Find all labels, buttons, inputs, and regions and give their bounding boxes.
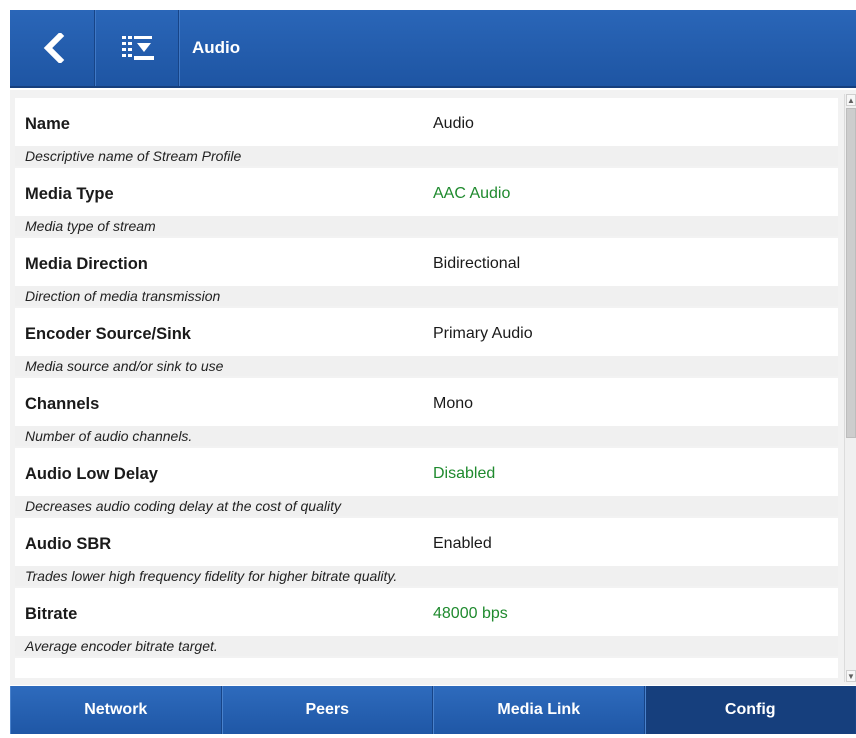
tab-media-link[interactable]: Media Link: [433, 686, 645, 734]
tab-peers[interactable]: Peers: [221, 686, 433, 734]
setting-row-media-type[interactable]: Media Type AAC Audio Media type of strea…: [15, 168, 838, 236]
vertical-scrollbar[interactable]: ▲ ▼: [844, 94, 856, 682]
setting-description: Descriptive name of Stream Profile: [15, 146, 838, 166]
scrollbar-thumb[interactable]: [846, 108, 856, 438]
setting-value[interactable]: Bidirectional: [433, 255, 520, 273]
setting-label: Media Direction: [25, 255, 148, 273]
setting-label: Encoder Source/Sink: [25, 325, 191, 343]
setting-value[interactable]: 48000 bps: [433, 605, 508, 623]
setting-description: Average encoder bitrate target.: [15, 636, 838, 656]
setting-label: Channels: [25, 395, 100, 413]
app-window: Audio Name Audio Descriptive name of Str…: [0, 0, 856, 738]
scroll-down-arrow-icon[interactable]: ▼: [846, 670, 856, 682]
settings-panel: Name Audio Descriptive name of Stream Pr…: [10, 90, 856, 685]
setting-value[interactable]: AAC Audio: [433, 185, 510, 203]
setting-description: Trades lower high frequency fidelity for…: [15, 566, 838, 586]
header-bar: Audio: [10, 10, 856, 88]
scroll-up-arrow-icon[interactable]: ▲: [846, 94, 856, 106]
setting-description: Decreases audio coding delay at the cost…: [15, 496, 838, 516]
page-title: Audio: [192, 38, 241, 57]
bottom-tab-bar: Network Peers Media Link Config: [10, 686, 856, 734]
settings-list: Name Audio Descriptive name of Stream Pr…: [15, 98, 838, 680]
setting-description: Media type of stream: [15, 216, 838, 236]
setting-value[interactable]: Primary Audio: [433, 325, 533, 343]
setting-value[interactable]: Enabled: [433, 535, 492, 553]
setting-row-media-direction[interactable]: Media Direction Bidirectional Direction …: [15, 238, 838, 306]
setting-label: Bitrate: [25, 605, 78, 623]
setting-row-channels[interactable]: Channels Mono Number of audio channels.: [15, 378, 838, 446]
back-chevron-icon: [43, 33, 64, 63]
setting-value[interactable]: Audio: [433, 115, 474, 133]
back-button[interactable]: [10, 10, 96, 86]
setting-label: Media Type: [25, 185, 114, 203]
setting-row-cut-off[interactable]: [15, 658, 838, 678]
setting-value[interactable]: Mono: [433, 395, 473, 413]
setting-description: Media source and/or sink to use: [15, 356, 838, 376]
setting-row-name[interactable]: Name Audio Descriptive name of Stream Pr…: [15, 98, 838, 166]
setting-row-encoder-source[interactable]: Encoder Source/Sink Primary Audio Media …: [15, 308, 838, 376]
setting-row-audio-low-delay[interactable]: Audio Low Delay Disabled Decreases audio…: [15, 448, 838, 516]
tab-network[interactable]: Network: [10, 686, 222, 734]
setting-value[interactable]: Disabled: [433, 465, 495, 483]
setting-label: Name: [25, 115, 70, 133]
setting-label: Audio SBR: [25, 535, 112, 553]
setting-description: Number of audio channels.: [15, 426, 838, 446]
list-download-icon: [121, 36, 154, 60]
menu-button[interactable]: [96, 10, 180, 86]
setting-description: Direction of media transmission: [15, 286, 838, 306]
tab-config[interactable]: Config: [644, 686, 856, 734]
setting-label: Audio Low Delay: [25, 465, 158, 483]
setting-row-audio-sbr[interactable]: Audio SBR Enabled Trades lower high freq…: [15, 518, 838, 586]
setting-row-bitrate[interactable]: Bitrate 48000 bps Average encoder bitrat…: [15, 588, 838, 656]
